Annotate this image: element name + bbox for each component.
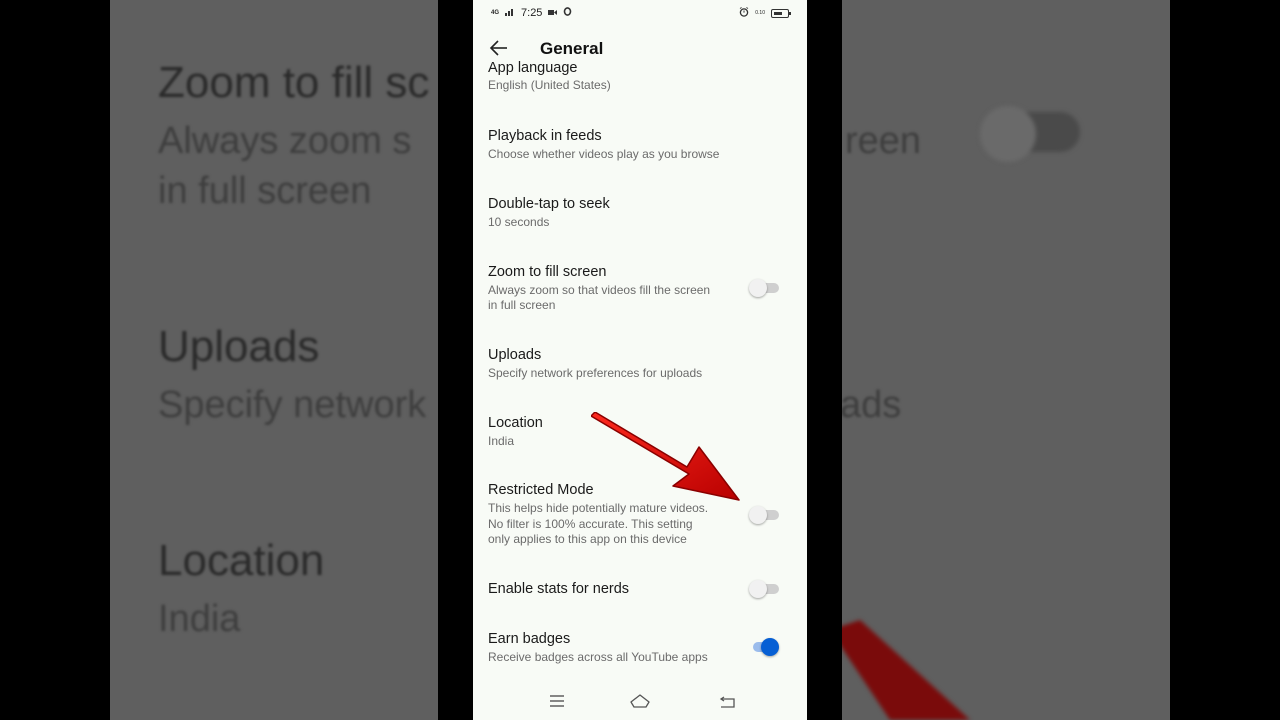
setting-earn-badges[interactable]: Earn badges Receive badges across all Yo…	[473, 631, 807, 671]
bg-location-title: Location	[158, 536, 325, 585]
home-icon	[630, 694, 650, 708]
setting-title: Zoom to fill screen	[488, 264, 607, 280]
battery-icon	[771, 9, 791, 18]
setting-title: Uploads	[488, 347, 542, 363]
setting-title: Double-tap to seek	[488, 196, 610, 212]
setting-subtitle: 10 seconds	[488, 215, 550, 229]
video-call-icon	[548, 8, 558, 19]
bg-uploads-subtitle: Specify network	[158, 384, 427, 426]
system-back-button[interactable]	[717, 690, 739, 712]
signal-bars-icon	[505, 7, 515, 19]
bg-zoom-subtitle-2: in full screen	[158, 170, 372, 212]
setting-subtitle: India	[488, 434, 515, 448]
bg-uploads-title: Uploads	[158, 322, 320, 371]
setting-subtitle: Specify network preferences for uploads	[488, 366, 703, 380]
phone-screen: 4G 7:25 0.10 General App language Englis…	[473, 0, 807, 720]
toggle-thumb	[749, 580, 767, 598]
toggle-thumb	[749, 506, 767, 524]
alarm-icon	[739, 7, 749, 20]
menu-icon	[550, 695, 564, 707]
setting-zoom-to-fill-screen[interactable]: Zoom to fill screen Always zoom so that …	[473, 264, 807, 320]
setting-restricted-mode[interactable]: Restricted Mode This helps hide potentia…	[473, 482, 807, 554]
back-icon	[719, 696, 735, 708]
home-button[interactable]	[629, 690, 651, 712]
signal-label: 4G	[491, 10, 500, 16]
bg-zoom-subtitle-1: Always zoom s	[158, 120, 412, 162]
setting-title: Enable stats for nerds	[488, 581, 630, 597]
zoom-to-fill-toggle[interactable]	[749, 279, 779, 297]
stats-for-nerds-toggle[interactable]	[749, 580, 779, 598]
bg-zoom-title: Zoom to fill sc	[158, 58, 430, 107]
setting-subtitle-line-3: only applies to this app on this device	[488, 532, 687, 546]
toggle-thumb	[761, 638, 779, 656]
setting-uploads[interactable]: Uploads Specify network preferences for …	[473, 347, 807, 387]
setting-subtitle: Receive badges across all YouTube apps	[488, 650, 708, 664]
setting-title: Location	[488, 415, 543, 431]
status-bar: 4G 7:25 0.10	[473, 0, 807, 26]
back-button[interactable]	[487, 36, 511, 60]
bg-toggle	[980, 106, 1080, 162]
bg-arrow-icon	[830, 620, 970, 720]
setting-subtitle-line-1: Always zoom so that videos fill the scre…	[488, 283, 711, 297]
menu-button[interactable]	[546, 690, 568, 712]
setting-subtitle: English (United States)	[488, 78, 611, 92]
bg-uploads-subtitle-right: ads	[840, 384, 902, 426]
setting-location[interactable]: Location India	[473, 415, 807, 455]
bg-zoom-subtitle-right: reen	[845, 120, 922, 162]
opera-icon	[563, 7, 572, 19]
page-title: General	[540, 39, 604, 58]
bg-location-subtitle: India	[158, 598, 241, 640]
setting-subtitle-line-2: in full screen	[488, 298, 556, 312]
setting-subtitle-line-1: This helps hide potentially mature video…	[488, 501, 709, 515]
setting-subtitle: Choose whether videos play as you browse	[488, 147, 720, 161]
toggle-thumb	[749, 279, 767, 297]
setting-app-language[interactable]: App language English (United States)	[473, 60, 807, 100]
setting-double-tap-to-seek[interactable]: Double-tap to seek 10 seconds	[473, 196, 807, 236]
earn-badges-toggle[interactable]	[749, 638, 779, 656]
arrow-left-icon	[489, 40, 507, 56]
setting-playback-in-feeds[interactable]: Playback in feeds Choose whether videos …	[473, 128, 807, 168]
net-speed: 0.10	[755, 10, 765, 16]
setting-title: Earn badges	[488, 631, 571, 647]
setting-title: Playback in feeds	[488, 128, 602, 144]
status-time: 7:25	[521, 7, 543, 19]
system-nav-bar	[473, 680, 807, 720]
restricted-mode-toggle[interactable]	[749, 506, 779, 524]
setting-subtitle-line-2: No filter is 100% accurate. This setting	[488, 516, 693, 531]
setting-title: App language	[488, 60, 578, 76]
setting-stats-for-nerds[interactable]: Enable stats for nerds	[473, 580, 807, 611]
setting-title: Restricted Mode	[488, 482, 594, 498]
